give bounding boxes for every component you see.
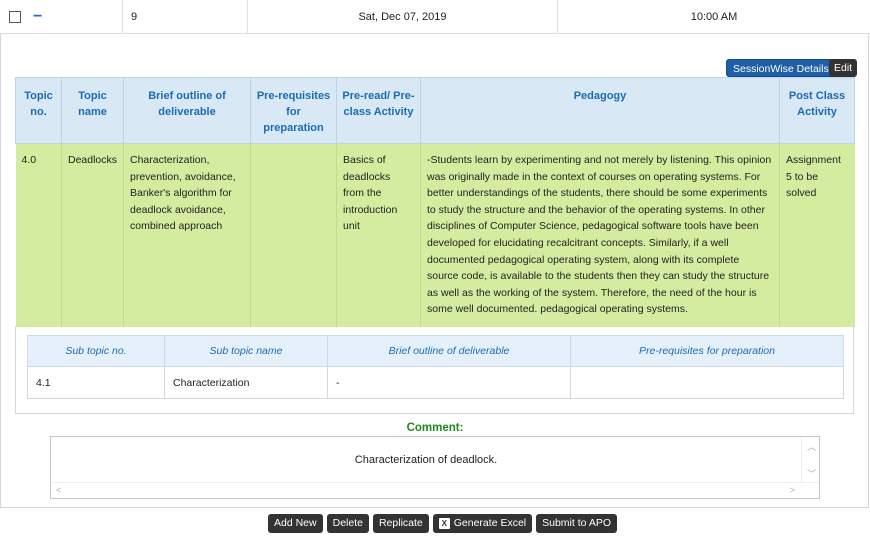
excel-icon: X: [438, 518, 450, 529]
chevron-up-icon[interactable]: ︿: [807, 440, 816, 453]
pedagogy: -Students learn by experimenting and not…: [420, 143, 780, 327]
header-preread: Pre-read/ Pre-class Activity: [336, 77, 421, 144]
session-number: 9: [123, 0, 248, 34]
generate-excel-button[interactable]: X Generate Excel: [432, 514, 533, 533]
subtopic-table-header: Sub topic no. Sub topic name Brief outli…: [27, 335, 844, 367]
add-new-label: Add New: [274, 517, 317, 529]
subtopic-outline: -: [327, 366, 571, 399]
table-row[interactable]: 4.1 Characterization -: [27, 366, 844, 399]
subtopic-panel: Sub topic no. Sub topic name Brief outli…: [15, 326, 854, 414]
outline: Characterization, prevention, avoidance,…: [123, 143, 251, 327]
edit-button[interactable]: Edit: [829, 59, 858, 77]
header-subtopic-no: Sub topic no.: [27, 335, 165, 367]
subtopic-name: Characterization: [164, 366, 328, 399]
topic-no: 4.0: [15, 143, 62, 327]
header-outline: Brief outline of deliverable: [123, 77, 251, 144]
comment-label: Comment:: [406, 422, 464, 434]
header-subtopic-outline: Brief outline of deliverable: [327, 335, 571, 367]
prerequisites: [250, 143, 337, 327]
vertical-scrollbar[interactable]: ︿ ﹀: [801, 437, 819, 483]
sessionwise-details-button[interactable]: SessionWise Details: [726, 59, 836, 77]
submit-to-apo-button[interactable]: Submit to APO: [536, 514, 617, 533]
topic-name: Deadlocks: [61, 143, 124, 327]
header-post-class: Post Class Activity: [779, 77, 855, 144]
chevron-right-icon[interactable]: >: [790, 485, 795, 495]
comment-textarea[interactable]: Characterization of deadlock. ︿ ﹀ < >: [50, 436, 820, 499]
header-topic-no: Topic no.: [15, 77, 62, 144]
replicate-button[interactable]: Replicate: [372, 514, 429, 533]
header-pedagogy: Pedagogy: [420, 77, 780, 144]
session-date: Sat, Dec 07, 2019: [248, 0, 558, 34]
header-prerequisites: Pre-requisites for preparation: [250, 77, 337, 144]
post-class: Assignment 5 to be solved: [779, 143, 855, 327]
generate-excel-label: Generate Excel: [453, 517, 527, 529]
delete-button[interactable]: Delete: [326, 514, 369, 533]
submit-label: Submit to APO: [542, 517, 611, 529]
comment-text: Characterization of deadlock.: [354, 454, 498, 466]
collapse-icon[interactable]: −: [33, 8, 42, 25]
replicate-label: Replicate: [378, 517, 423, 529]
topic-table: Topic no. Topic name Brief outline of de…: [15, 77, 855, 327]
chevron-down-icon[interactable]: ﹀: [807, 467, 816, 480]
add-new-button[interactable]: Add New: [268, 514, 323, 533]
action-toolbar: Add New Delete Replicate X Generate Exce…: [268, 514, 617, 533]
table-row[interactable]: 4.0 Deadlocks Characterization, preventi…: [15, 143, 855, 327]
chevron-left-icon[interactable]: <: [56, 485, 61, 495]
delete-label: Delete: [332, 517, 363, 529]
header-subtopic-prereq: Pre-requisites for preparation: [570, 335, 844, 367]
subtopic-table: Sub topic no. Sub topic name Brief outli…: [27, 335, 844, 399]
subtopic-prereq: [570, 366, 844, 399]
session-time: 10:00 AM: [690, 10, 738, 23]
horizontal-scrollbar[interactable]: < >: [51, 482, 819, 498]
session-checkbox[interactable]: [9, 10, 21, 23]
session-row: − 9 Sat, Dec 07, 2019 10:00 AM: [0, 0, 870, 34]
topic-table-header: Topic no. Topic name Brief outline of de…: [15, 77, 855, 144]
preread: Basics of deadlocks from the introductio…: [336, 143, 421, 327]
header-subtopic-name: Sub topic name: [164, 335, 328, 367]
subtopic-no: 4.1: [27, 366, 165, 399]
header-topic-name: Topic name: [61, 77, 124, 144]
session-select-cell: −: [0, 0, 123, 34]
